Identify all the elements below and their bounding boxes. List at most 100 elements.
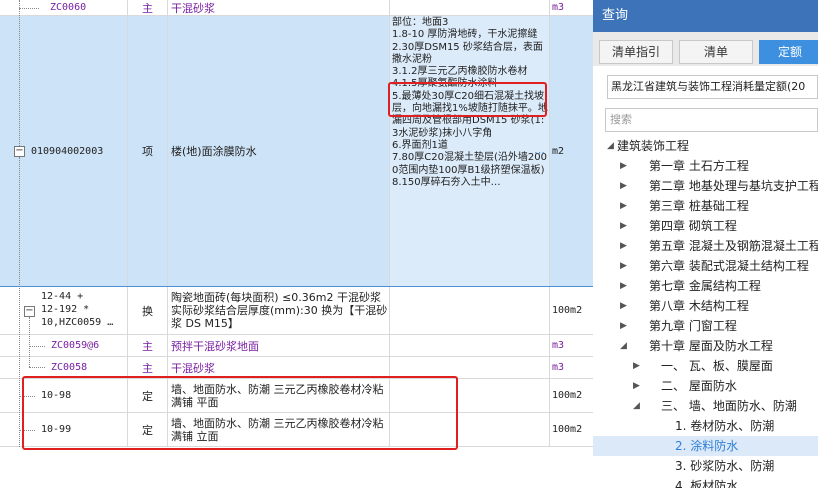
sub-item-table: ZC0060 主 干混砂浆 m3 010904002003 项 楼(地)面涂膜防… [0, 0, 593, 488]
row-type: 主 [128, 357, 168, 378]
tree-node[interactable]: ▶ 第二章 地基处理与基坑支护工程 [593, 176, 818, 196]
panel-title: 查询 [593, 0, 818, 32]
row-code: ZC0060 [50, 2, 87, 13]
row-name: 干混砂浆 [168, 0, 390, 15]
row-code-line-3: 10,HZC0059 … [41, 317, 114, 328]
tree-node[interactable]: ▶ 二、 屋面防水 [593, 376, 818, 396]
collapsed-arrow-icon[interactable]: ▶ [620, 176, 627, 196]
row-code: 010904002003 [31, 145, 104, 157]
tree-node[interactable]: 4. 板材防水 [593, 476, 818, 488]
row-unit: 100m2 [552, 390, 583, 401]
collapse-icon[interactable]: − [14, 146, 25, 157]
tree-node-label: 第八章 木结构工程 [649, 299, 749, 313]
collapsed-arrow-icon[interactable]: ▶ [620, 256, 627, 276]
tree-node[interactable]: ▶ 第八章 木结构工程 [593, 296, 818, 316]
project-features[interactable]: 部位：地面3 1.8-10 厚防滑地砖，干水泥擦缝 2.30厚DSM15 砂浆结… [392, 17, 548, 189]
expanded-arrow-icon[interactable]: ◢ [620, 336, 627, 356]
tree-node[interactable]: ◢ 建筑装饰工程 [593, 136, 818, 156]
tree-node-label: 第四章 砌筑工程 [649, 219, 737, 233]
collapsed-arrow-icon[interactable]: ▶ [633, 356, 640, 376]
tree-node[interactable]: ▶ 第六章 装配式混凝土结构工程 [593, 256, 818, 276]
table-row[interactable]: 10-99 定 墙、地面防水、防潮 三元乙丙橡胶卷材冷粘满铺 立面 100m2 [0, 413, 593, 447]
tree-connector [19, 8, 39, 9]
quota-library-select[interactable]: 黑龙江省建筑与装饰工程消耗量定额(20 [607, 75, 818, 99]
table-row[interactable]: 12-44 + 12-192 * 10,HZC0059 … 换 陶瓷地面砖(每块… [0, 287, 593, 335]
tree-connector [19, 0, 20, 146]
tree-node[interactable]: ▶ 第九章 门窗工程 [593, 316, 818, 336]
table-row[interactable]: 10-98 定 墙、地面防水、防潮 三元乙丙橡胶卷材冷粘满铺 平面 100m2 [0, 379, 593, 413]
tree-node[interactable]: ▶ 第七章 金属结构工程 [593, 276, 818, 296]
tree-node-label: 4. 板材防水 [675, 479, 739, 488]
tree-node-label: 第三章 桩基础工程 [649, 199, 749, 213]
row-unit: m3 [552, 340, 565, 351]
row-unit: m2 [550, 16, 593, 286]
collapsed-arrow-icon[interactable]: ▶ [620, 216, 627, 236]
tree-node[interactable]: ▶ 第一章 土石方工程 [593, 156, 818, 176]
tree-node[interactable]: ◢ 三、 墙、地面防水、防潮 [593, 396, 818, 416]
tree-node[interactable]: ◢ 第十章 屋面及防水工程 [593, 336, 818, 356]
row-code-line-1: 12-44 + [41, 291, 84, 302]
tree-node-label: 建筑装饰工程 [617, 139, 690, 153]
row-code: 10-99 [41, 424, 72, 435]
expanded-arrow-icon[interactable]: ◢ [633, 396, 640, 416]
collapsed-arrow-icon[interactable]: ▶ [620, 316, 627, 336]
collapsed-arrow-icon[interactable]: ▶ [620, 276, 627, 296]
row-name: 墙、地面防水、防潮 三元乙丙橡胶卷材冷粘满铺 立面 [171, 416, 384, 443]
row-name: 楼(地)面涂膜防水 [168, 16, 390, 286]
tree-node-label: 2. 涂料防水 [675, 439, 739, 453]
row-code: 10-98 [41, 390, 72, 401]
collapsed-arrow-icon[interactable]: ▶ [633, 376, 640, 396]
row-type: 主 [128, 0, 168, 15]
row-type: 换 [128, 287, 168, 334]
collapsed-arrow-icon[interactable]: ▶ [620, 196, 627, 216]
collapse-icon[interactable]: − [24, 306, 35, 317]
more-button[interactable]: ⋯ [534, 146, 545, 159]
row-type: 定 [128, 379, 168, 412]
tree-connector [19, 157, 20, 447]
tab-list-guide[interactable]: 清单指引 [599, 40, 673, 64]
row-name: 预拌干混砂浆地面 [168, 335, 390, 356]
tree-node[interactable]: ▶ 第五章 混凝土及钢筋混凝土工程 [593, 236, 818, 256]
row-code-line-2: 12-192 * [41, 304, 90, 315]
tree-connector [29, 367, 45, 368]
tree-node-label: 第二章 地基处理与基坑支护工程 [649, 179, 818, 193]
tree-node[interactable]: 3. 砂浆防水、防潮 [593, 456, 818, 476]
tab-list[interactable]: 清单 [679, 40, 753, 64]
collapsed-arrow-icon[interactable]: ▶ [620, 296, 627, 316]
tree-connector [19, 396, 35, 397]
tab-quota[interactable]: 定额 [759, 40, 818, 64]
table-row[interactable]: ZC0059@6 主 预拌干混砂浆地面 m3 [0, 335, 593, 357]
row-type: 定 [128, 413, 168, 446]
row-name: 陶瓷地面砖(每块面积) ≤0.36m2 干混砂浆 实际砂浆结合层厚度(mm):3… [171, 291, 388, 330]
row-type: 项 [128, 16, 168, 286]
collapsed-arrow-icon[interactable]: ▶ [620, 236, 627, 256]
row-unit: m3 [552, 362, 565, 373]
tab-bar: 清单指引 清单 定额 [593, 32, 818, 66]
tree-node-label: 第五章 混凝土及钢筋混凝土工程 [649, 239, 818, 253]
table-row[interactable]: ZC0058 主 干混砂浆 m3 [0, 357, 593, 379]
row-code: ZC0058 [51, 362, 88, 373]
collapsed-arrow-icon[interactable]: ▶ [620, 156, 627, 176]
tree-node-label: 三、 墙、地面防水、防潮 [661, 399, 797, 413]
tree-node-label: 1. 卷材防水、防潮 [675, 419, 775, 433]
tree-node[interactable]: ▶ 第四章 砌筑工程 [593, 216, 818, 236]
row-unit: 100m2 [552, 305, 583, 316]
tree-connector [19, 430, 35, 431]
tree-connector [29, 317, 30, 367]
tree-node[interactable]: 2. 涂料防水 [593, 436, 818, 456]
tree-node-label: 一、 瓦、板、膜屋面 [661, 359, 773, 373]
row-unit: m3 [552, 2, 565, 13]
tree-node-label: 第六章 装配式混凝土结构工程 [649, 259, 809, 273]
tree-node[interactable]: ▶ 一、 瓦、板、膜屋面 [593, 356, 818, 376]
table-row[interactable]: ZC0060 主 干混砂浆 m3 [0, 0, 593, 16]
search-input[interactable]: 搜索 [605, 108, 818, 132]
expanded-arrow-icon[interactable]: ◢ [607, 136, 614, 156]
tree-node[interactable]: 1. 卷材防水、防潮 [593, 416, 818, 436]
row-code: ZC0059@6 [51, 340, 100, 351]
query-panel: 查询 清单指引 清单 定额 黑龙江省建筑与装饰工程消耗量定额(20 搜索 ◢ 建筑… [593, 0, 818, 488]
row-unit: 100m2 [552, 424, 583, 435]
tree-node[interactable]: ▶ 第三章 桩基础工程 [593, 196, 818, 216]
row-name: 墙、地面防水、防潮 三元乙丙橡胶卷材冷粘满铺 平面 [171, 382, 384, 409]
row-type: 主 [128, 335, 168, 356]
row-name: 干混砂浆 [168, 357, 390, 378]
